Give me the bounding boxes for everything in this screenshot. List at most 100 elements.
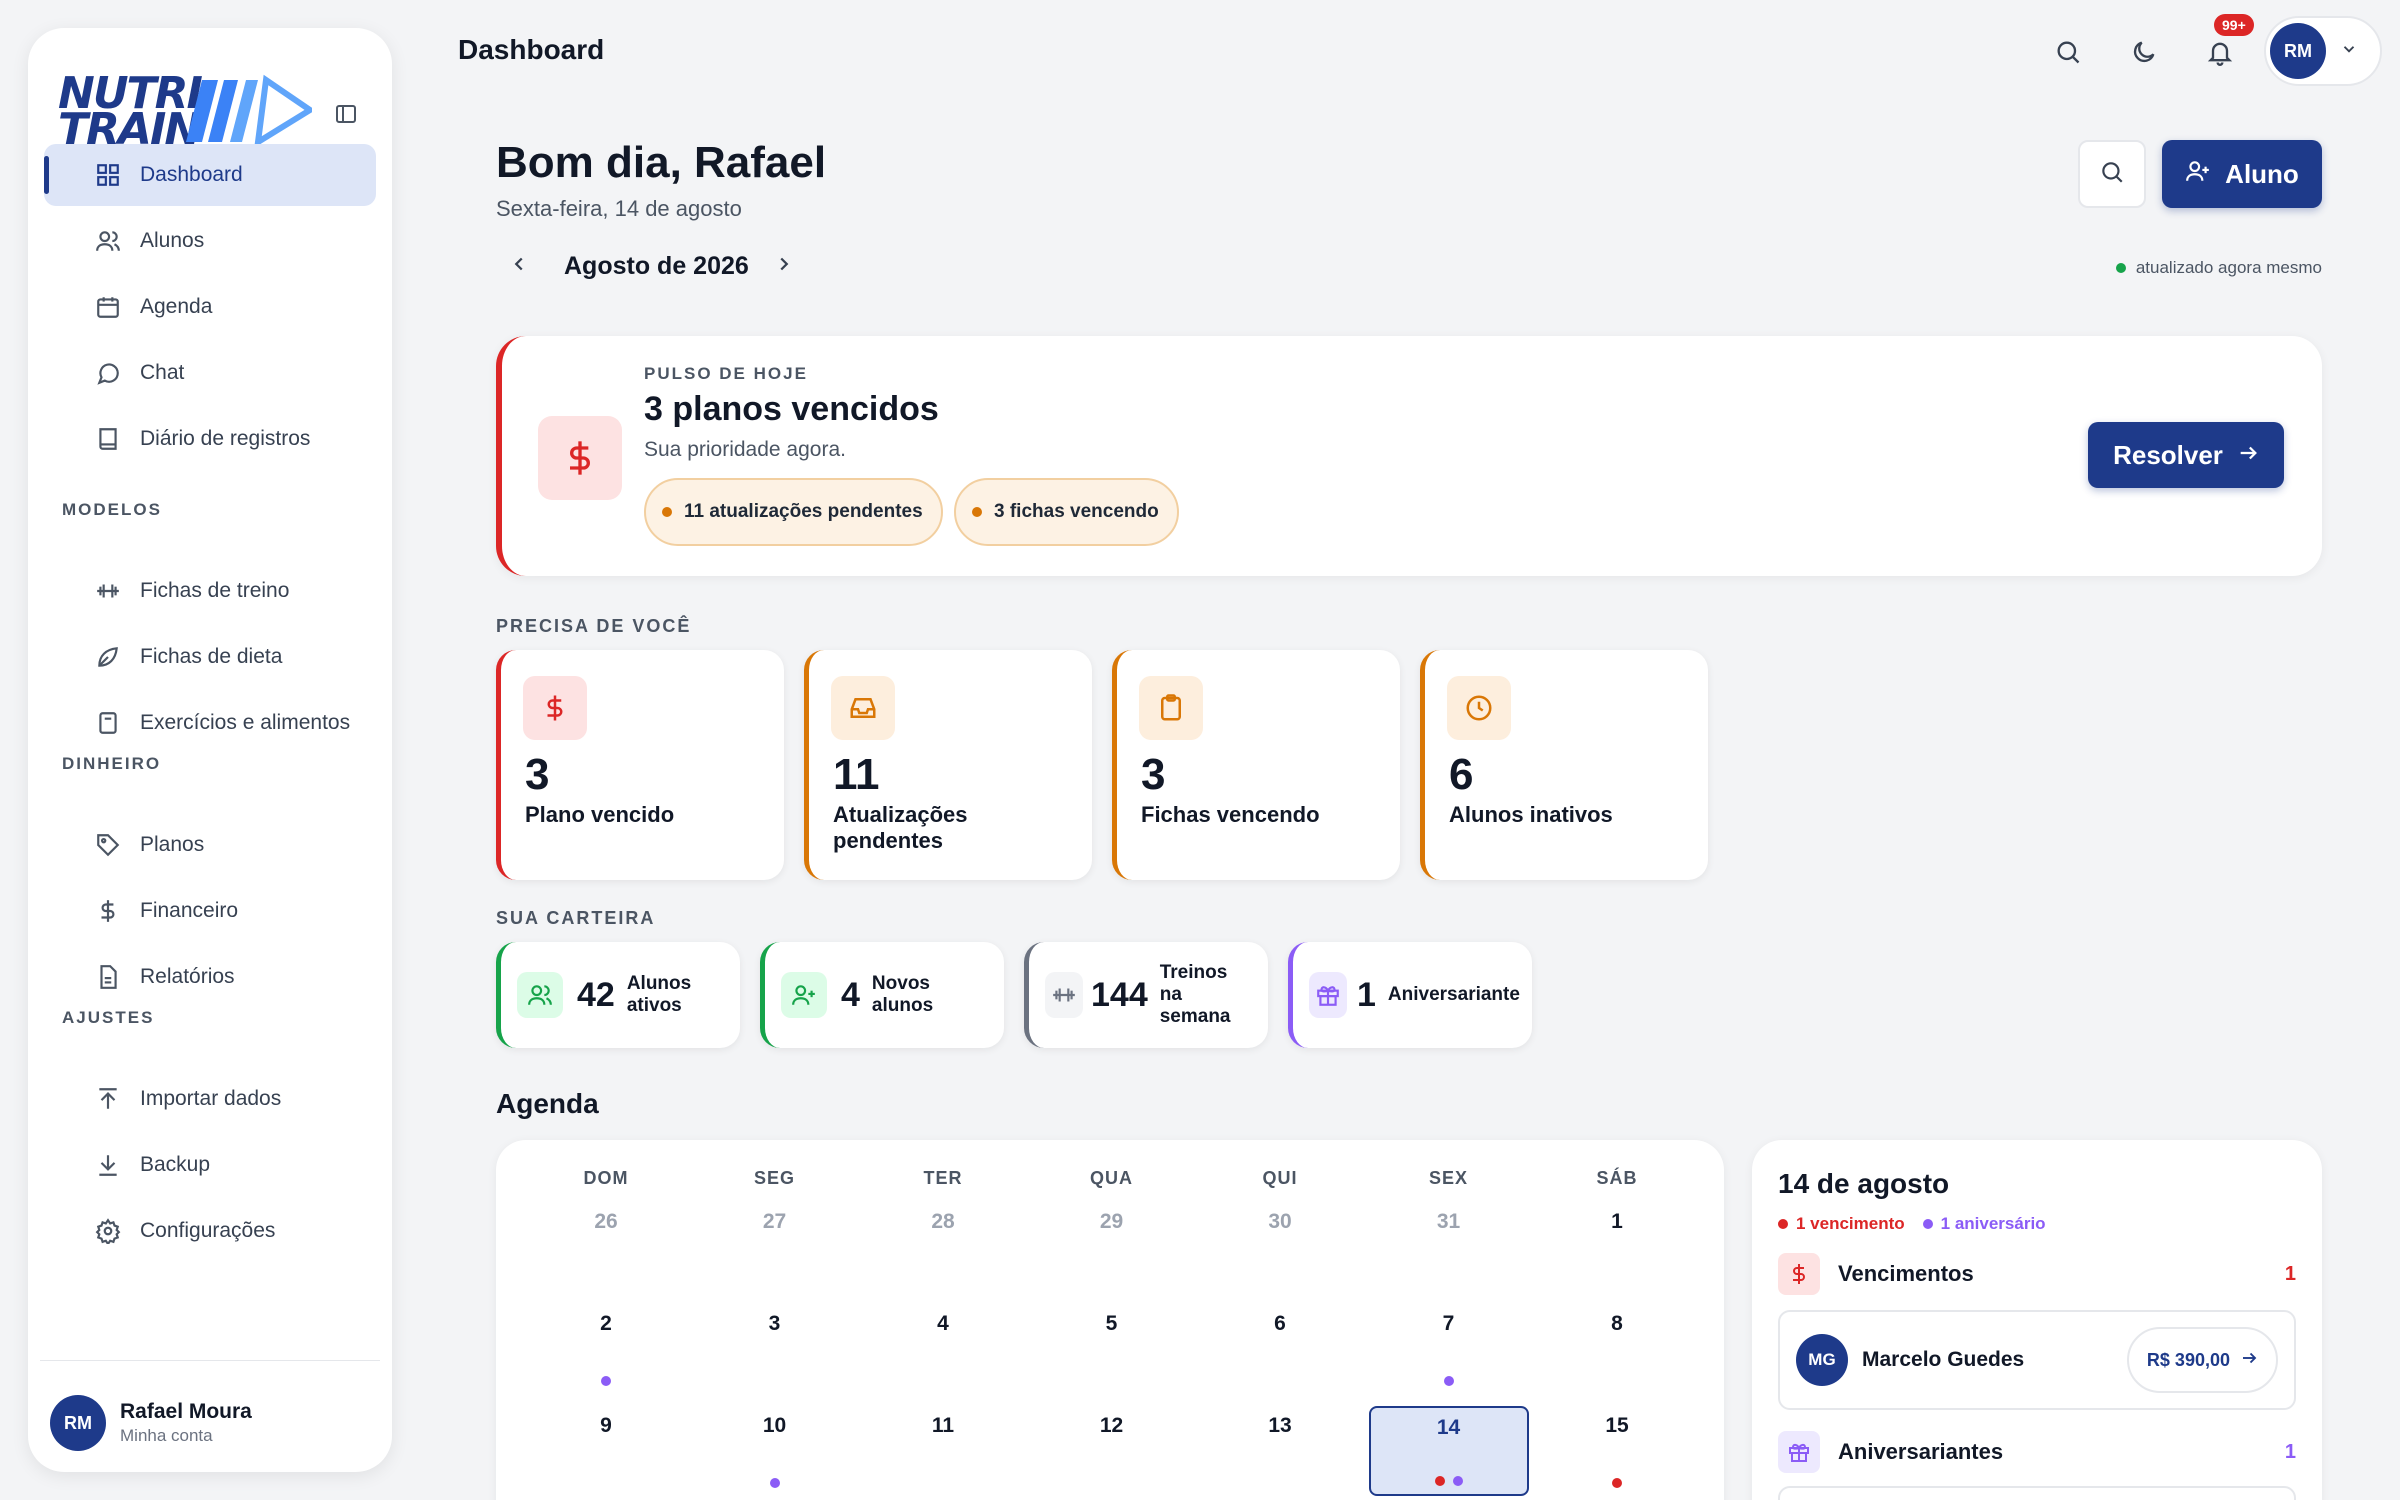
- status-dot: [2115, 263, 2126, 273]
- calendar-day-today[interactable]: 14: [1368, 1406, 1529, 1496]
- calendar-day[interactable]: 27: [695, 1202, 855, 1292]
- download-icon: [92, 1149, 124, 1181]
- add-student-button[interactable]: Aluno: [2162, 140, 2322, 208]
- event-dots: [1369, 1376, 1529, 1386]
- birthday-summary: 1 aniversário: [1922, 1214, 2046, 1234]
- due-amount-button[interactable]: R$ 390,00: [2126, 1327, 2278, 1393]
- sidebar-item-financeiro[interactable]: Financeiro: [44, 880, 376, 942]
- sidebar-item-importar[interactable]: Importar dados: [44, 1068, 376, 1130]
- calendar-day[interactable]: 3: [695, 1304, 855, 1394]
- day-number: 15: [1605, 1414, 1629, 1437]
- calendar-day[interactable]: 13: [1200, 1406, 1360, 1496]
- calendar-day[interactable]: 8: [1537, 1304, 1697, 1394]
- moon-icon[interactable]: [2124, 32, 2164, 72]
- calendar-day[interactable]: 1: [1537, 1202, 1697, 1292]
- chevron-left-icon[interactable]: [508, 253, 530, 280]
- sidebar-item-planos[interactable]: Planos: [44, 814, 376, 876]
- upload-icon: [92, 1083, 124, 1115]
- sidebar-item-label: Fichas de treino: [140, 579, 290, 602]
- dollar-icon: [538, 416, 622, 500]
- sidebar-item-diario[interactable]: Diário de registros: [44, 408, 376, 470]
- weekday-header: SEG: [753, 1168, 795, 1188]
- sidebar-item-label: Alunos: [140, 229, 205, 252]
- sidebar-item-backup[interactable]: Backup: [44, 1134, 376, 1196]
- search-icon[interactable]: [2048, 32, 2088, 72]
- calendar-day[interactable]: 6: [1200, 1304, 1360, 1394]
- selected-day-title: 14 de agosto: [1778, 1168, 1950, 1199]
- day-number: 29: [1099, 1210, 1124, 1233]
- need-card-atualizacoes[interactable]: 11 Atualizações pendentes: [804, 650, 1092, 880]
- wallet-section-title: SUA CARTEIRA: [496, 908, 656, 928]
- clipboard-icon: [1139, 676, 1203, 740]
- pill-label: 11 atualizações pendentes: [684, 501, 923, 522]
- bell-icon[interactable]: [2200, 32, 2240, 72]
- dumbbell-icon: [92, 575, 124, 607]
- tag-icon: [92, 829, 124, 861]
- calendar-day[interactable]: 10: [695, 1406, 855, 1496]
- need-card-alunos-inativos[interactable]: 6 Alunos inativos: [1420, 650, 1708, 880]
- sidebar-item-label: Diário de registros: [140, 427, 311, 450]
- calendar-day[interactable]: 2: [526, 1304, 686, 1394]
- user-account-card[interactable]: RM Rafael Moura Minha conta: [50, 1388, 370, 1458]
- user-subtitle: Minha conta: [120, 1426, 213, 1445]
- calendar-day[interactable]: 30: [1200, 1202, 1360, 1292]
- calendar-day[interactable]: 31: [1369, 1202, 1529, 1292]
- day-number: 3: [768, 1312, 781, 1335]
- book-icon: [92, 423, 124, 455]
- sidebar-item-fichas-dieta[interactable]: Fichas de dieta: [44, 626, 376, 688]
- day-number: 7: [1442, 1312, 1455, 1335]
- day-number: 2: [600, 1312, 612, 1335]
- inbox-icon: [831, 676, 895, 740]
- sidebar-item-chat[interactable]: Chat: [44, 342, 376, 404]
- dues-count: 1: [2284, 1262, 2296, 1285]
- calendar-day[interactable]: 15: [1537, 1406, 1697, 1496]
- due-item[interactable]: MG Marcelo Guedes R$ 390,00: [1778, 1310, 2296, 1410]
- wallet-card-novos-alunos[interactable]: 4 Novos alunos: [760, 942, 1004, 1048]
- search-button[interactable]: [2078, 140, 2146, 208]
- chevron-right-icon[interactable]: [773, 253, 795, 280]
- event-dots: [526, 1376, 686, 1386]
- chevron-down-icon: [2340, 40, 2358, 63]
- wallet-card-alunos-ativos[interactable]: 42 Alunos ativos: [496, 942, 740, 1048]
- status-dot: [662, 507, 672, 517]
- pending-updates-pill[interactable]: 11 atualizações pendentes: [644, 478, 943, 546]
- expiring-sheets-pill[interactable]: 3 fichas vencendo: [954, 478, 1179, 546]
- sidebar-item-agenda[interactable]: Agenda: [44, 276, 376, 338]
- calendar-day[interactable]: 26: [526, 1202, 686, 1292]
- calendar-day[interactable]: 7: [1369, 1304, 1529, 1394]
- sidebar-toggle-icon[interactable]: [326, 94, 366, 134]
- day-number: 27: [762, 1210, 787, 1233]
- sidebar-item-exercicios[interactable]: Exercícios e alimentos: [44, 692, 376, 754]
- calendar-day[interactable]: 4: [863, 1304, 1023, 1394]
- calendar-day[interactable]: 5: [1032, 1304, 1192, 1394]
- sidebar-item-configuracoes[interactable]: Configurações: [44, 1200, 376, 1262]
- sidebar-item-fichas-treino[interactable]: Fichas de treino: [44, 560, 376, 622]
- wallet-value: 144: [1091, 975, 1148, 1014]
- sidebar-item-alunos[interactable]: Alunos: [44, 210, 376, 272]
- users-icon: [517, 972, 563, 1018]
- calendar-day[interactable]: 9: [526, 1406, 686, 1496]
- calendar-day[interactable]: 11: [863, 1406, 1023, 1496]
- need-card-fichas-vencendo[interactable]: 3 Fichas vencendo: [1112, 650, 1400, 880]
- today-pulse-card: PULSO DE HOJE 3 planos vencidos Sua prio…: [496, 336, 2322, 576]
- calendar-day[interactable]: 12: [1032, 1406, 1192, 1496]
- sidebar-item-label: Dashboard: [140, 163, 243, 186]
- account-menu-button[interactable]: RM: [2264, 16, 2382, 86]
- clipboard-icon: [92, 707, 124, 739]
- resolve-button[interactable]: Resolver: [2088, 422, 2284, 488]
- birthdays-section: Aniversariantes 1: [1778, 1430, 2296, 1474]
- sidebar-item-relatorios[interactable]: Relatórios: [44, 946, 376, 1008]
- sidebar-item-dashboard[interactable]: Dashboard: [44, 144, 376, 206]
- wallet-label: Alunos ativos: [626, 973, 692, 1016]
- birthday-item[interactable]: [1778, 1486, 2296, 1500]
- calendar-day[interactable]: 28: [863, 1202, 1023, 1292]
- pulse-subtitle: Sua prioridade agora.: [644, 438, 846, 461]
- calendar-day[interactable]: 29: [1032, 1202, 1192, 1292]
- user-plus-icon: [781, 972, 827, 1018]
- status-dot: [972, 507, 982, 517]
- update-status: atualizado agora mesmo: [2115, 258, 2322, 278]
- weekday-header: SÁB: [1596, 1168, 1638, 1188]
- wallet-card-treinos-semana[interactable]: 144 Treinos na semana: [1024, 942, 1268, 1048]
- wallet-card-aniversariante[interactable]: 1 Aniversariante: [1288, 942, 1532, 1048]
- need-card-plano-vencido[interactable]: 3 Plano vencido: [496, 650, 784, 880]
